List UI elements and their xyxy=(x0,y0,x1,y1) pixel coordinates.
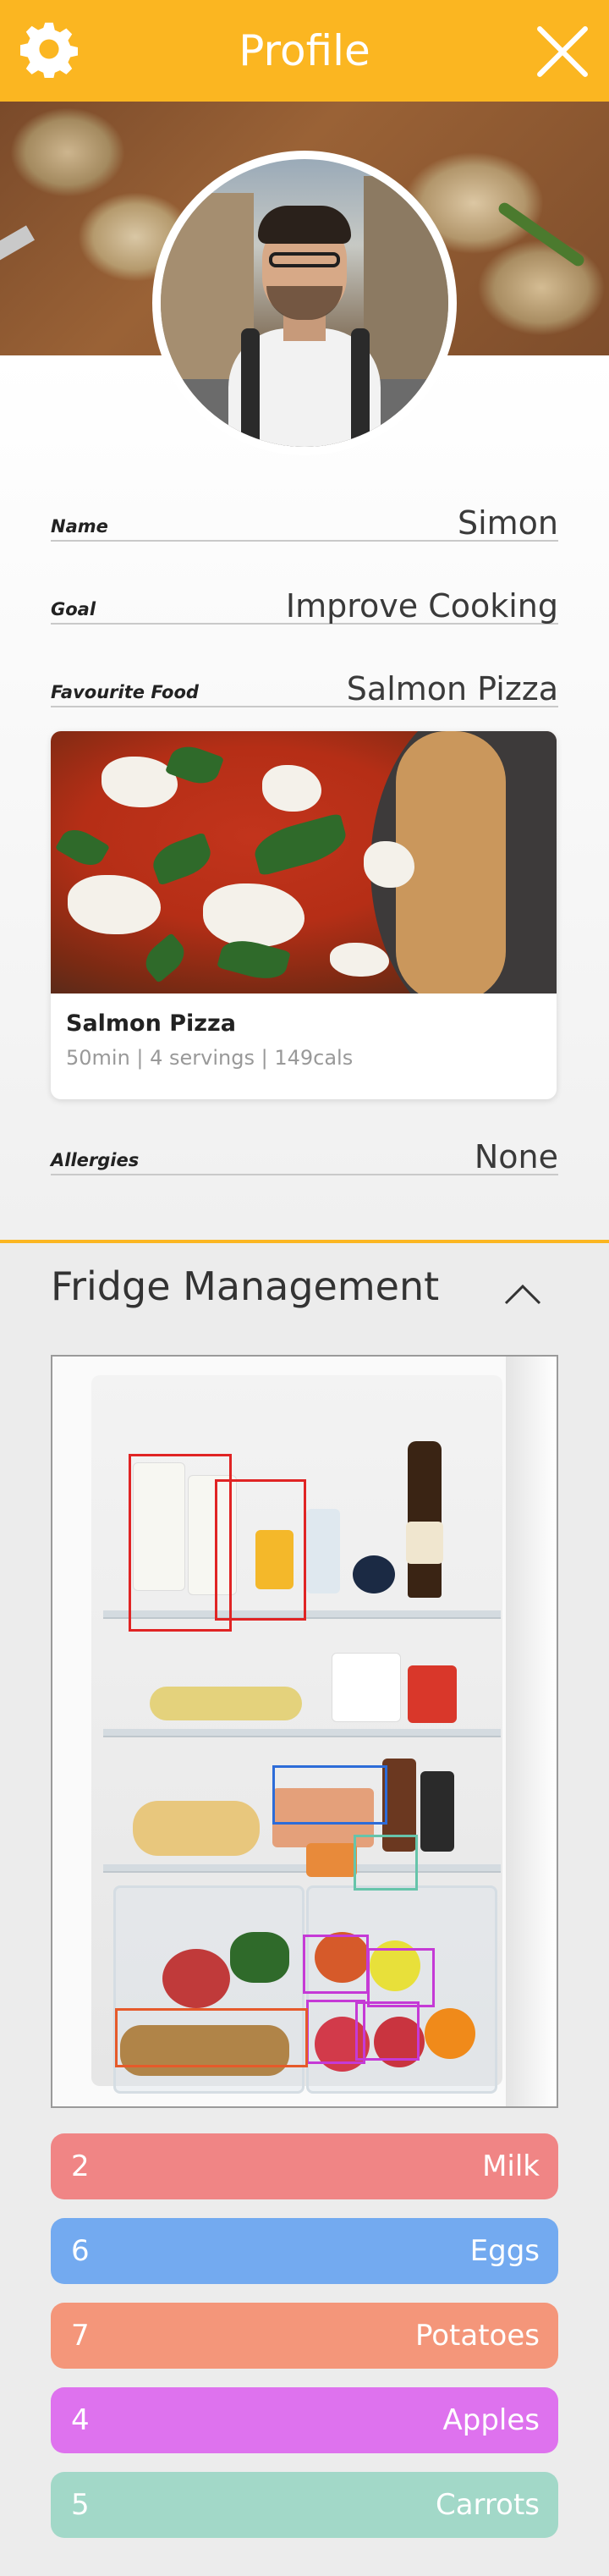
item-count: 6 xyxy=(71,2234,90,2268)
food-card-meta: 50min | 4 servings | 149cals xyxy=(66,1046,354,1070)
food-card-title: Salmon Pizza xyxy=(66,1010,236,1037)
inventory-item-eggs[interactable]: 6 Eggs xyxy=(51,2218,558,2284)
fridge-title: Fridge Management xyxy=(51,1263,440,1309)
allergies-label: Allergies xyxy=(51,1150,140,1170)
goal-label: Goal xyxy=(51,599,96,619)
inventory-item-milk[interactable]: 2 Milk xyxy=(51,2133,558,2199)
favourite-food-card[interactable]: Salmon Pizza 50min | 4 servings | 149cal… xyxy=(51,731,557,1099)
goal-value: Improve Cooking xyxy=(285,587,558,625)
item-count: 5 xyxy=(71,2488,90,2522)
apples-bbox xyxy=(303,1935,369,1994)
goal-field[interactable]: Goal Improve Cooking xyxy=(51,587,558,625)
item-count: 4 xyxy=(71,2403,90,2437)
allergies-field[interactable]: Allergies None xyxy=(51,1138,558,1175)
pizza-photo xyxy=(51,731,557,994)
profile-details: Name Simon Goal Improve Cooking Favourit… xyxy=(0,151,609,1240)
item-count: 7 xyxy=(71,2319,90,2353)
chevron-up-icon[interactable] xyxy=(503,1281,542,1307)
item-name: Eggs xyxy=(469,2234,540,2268)
fridge-photo xyxy=(51,1355,558,2108)
item-name: Potatoes xyxy=(414,2319,540,2353)
name-label: Name xyxy=(51,516,108,537)
favourite-food-label: Favourite Food xyxy=(51,682,199,702)
item-count: 2 xyxy=(71,2149,90,2183)
favourite-food-value: Salmon Pizza xyxy=(346,670,558,707)
name-field[interactable]: Name Simon xyxy=(51,504,558,542)
inventory-item-carrots[interactable]: 5 Carrots xyxy=(51,2472,558,2538)
fridge-section: Fridge Management 2 Milk 6 Eggs 7 Potato… xyxy=(0,1243,609,2576)
app-header: Profile xyxy=(0,0,609,102)
inventory-item-potatoes[interactable]: 7 Potatoes xyxy=(51,2303,558,2369)
avatar[interactable] xyxy=(152,151,457,455)
close-icon[interactable] xyxy=(536,25,589,78)
favourite-food-field[interactable]: Favourite Food Salmon Pizza xyxy=(51,670,558,707)
apples-bbox xyxy=(355,2001,420,2061)
item-name: Milk xyxy=(482,2149,540,2183)
apples-bbox xyxy=(367,1948,435,2007)
allergies-value: None xyxy=(474,1138,558,1175)
page-title: Profile xyxy=(239,26,370,75)
carrots-bbox xyxy=(354,1835,418,1891)
inventory-item-apples[interactable]: 4 Apples xyxy=(51,2387,558,2453)
milk-bbox xyxy=(215,1479,306,1621)
potatoes-bbox xyxy=(115,2008,308,2067)
item-name: Carrots xyxy=(435,2488,540,2522)
eggs-bbox xyxy=(272,1765,387,1825)
name-value: Simon xyxy=(457,504,558,542)
item-name: Apples xyxy=(442,2403,540,2437)
